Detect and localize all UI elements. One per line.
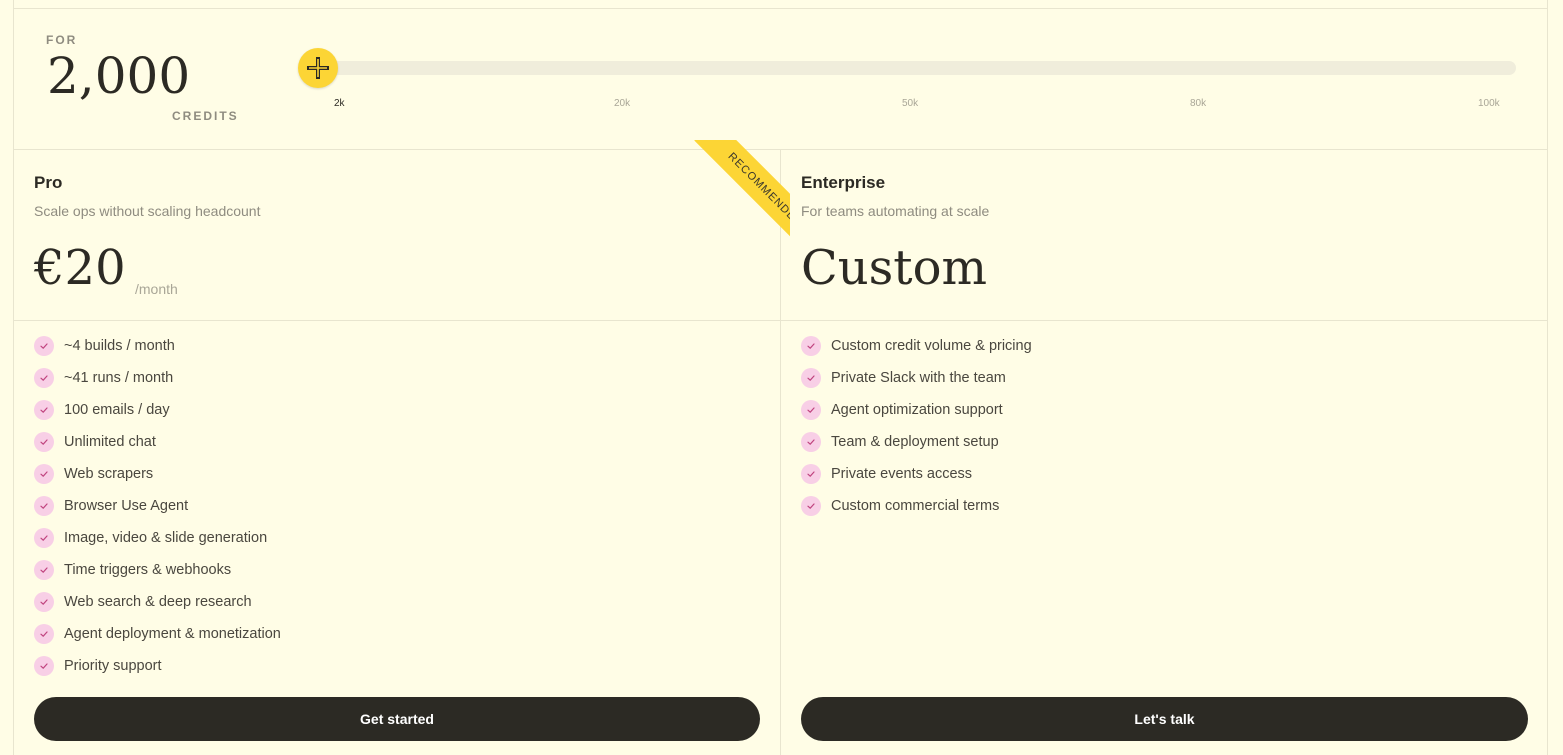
feature-label: Browser Use Agent [64,498,189,514]
check-icon [34,656,54,676]
slider-tick[interactable]: 100k [1478,98,1500,109]
feature-label: ~41 runs / month [64,370,174,386]
feature-label: Unlimited chat [64,434,156,450]
feature-label: Agent optimization support [831,402,1003,418]
feature-item: Private events access [801,458,1032,490]
feature-label: Custom credit volume & pricing [831,338,1032,354]
credits-slider[interactable] [318,61,1516,75]
feature-item: Team & deployment setup [801,426,1032,458]
slider-tick[interactable]: 2k [334,98,345,109]
lets-talk-button[interactable]: Let's talk [801,697,1528,741]
check-icon [801,432,821,452]
feature-item: Priority support [34,650,281,682]
feature-label: Team & deployment setup [831,434,999,450]
feature-label: Agent deployment & monetization [64,626,281,642]
feature-item: Custom credit volume & pricing [801,330,1032,362]
check-icon [34,400,54,420]
feature-label: Time triggers & webhooks [64,562,232,578]
slider-tick[interactable]: 20k [614,98,630,109]
feature-label: Custom commercial terms [831,498,1000,514]
feature-item: Web scrapers [34,458,281,490]
plan-name-pro: Pro [34,173,63,192]
sparkle-cross-icon [307,57,329,79]
check-icon [801,496,821,516]
plan-name-enterprise: Enterprise [801,173,886,192]
feature-label: ~4 builds / month [64,338,175,354]
feature-item: Custom commercial terms [801,490,1032,522]
check-icon [34,560,54,580]
feature-item: Agent deployment & monetization [34,618,281,650]
feature-item: ~4 builds / month [34,330,281,362]
divider [13,8,1548,9]
feature-item: Image, video & slide generation [34,522,281,554]
feature-item: Agent optimization support [801,394,1032,426]
plan-subtitle-pro: Scale ops without scaling headcount [34,203,261,219]
slider-tick[interactable]: 80k [1190,98,1206,109]
feature-item: Private Slack with the team [801,362,1032,394]
check-icon [801,336,821,356]
check-icon [801,400,821,420]
feature-label: Image, video & slide generation [64,530,268,546]
feature-label: Priority support [64,658,162,674]
recommended-ribbon: RECOMMENDED [660,140,790,270]
check-icon [34,528,54,548]
feature-item: Unlimited chat [34,426,281,458]
recommended-badge: RECOMMENDED [694,140,790,261]
for-label: FOR [46,33,78,47]
feature-item: Browser Use Agent [34,490,281,522]
check-icon [34,496,54,516]
plan-period-pro: /month [135,281,178,297]
plan-price-enterprise: Custom [801,240,987,296]
check-icon [34,432,54,452]
feature-item: 100 emails / day [34,394,281,426]
feature-label: Private Slack with the team [831,370,1006,386]
check-icon [34,624,54,644]
feature-list-enterprise: Custom credit volume & pricing Private Sl… [801,330,1032,522]
check-icon [34,368,54,388]
feature-list-pro: ~4 builds / month ~41 runs / month 100 ema… [34,330,281,682]
feature-item: ~41 runs / month [34,362,281,394]
check-icon [34,592,54,612]
feature-label: Web scrapers [64,466,154,482]
feature-label: Private events access [831,466,973,482]
plan-price-pro: €20 [34,240,126,296]
feature-item: Time triggers & webhooks [34,554,281,586]
feature-item: Web search & deep research [34,586,281,618]
slider-tick[interactable]: 50k [902,98,918,109]
feature-label: 100 emails / day [64,402,170,418]
check-icon [801,464,821,484]
check-icon [34,336,54,356]
slider-thumb[interactable] [298,48,338,88]
check-icon [34,464,54,484]
get-started-button[interactable]: Get started [34,697,760,741]
feature-label: Web search & deep research [64,594,252,610]
credits-label: CREDITS [172,109,239,123]
plan-subtitle-enterprise: For teams automating at scale [801,203,990,219]
check-icon [801,368,821,388]
credits-value: 2,000 [47,47,191,105]
